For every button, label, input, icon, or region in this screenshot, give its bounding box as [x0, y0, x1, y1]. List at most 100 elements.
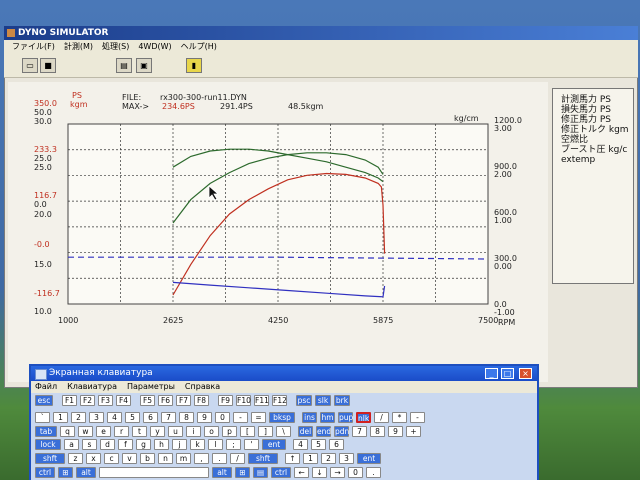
key-r2c4[interactable]: r	[114, 426, 129, 437]
key-r1c15[interactable]: hm	[320, 412, 335, 423]
key-r3c1[interactable]: a	[64, 439, 79, 450]
key-r1c10[interactable]: 0	[215, 412, 230, 423]
menu-file[interactable]: ファイル(F)	[12, 40, 55, 54]
monitor-icon[interactable]: ▣	[136, 58, 152, 73]
menu-measure[interactable]: 計測(M)	[64, 40, 93, 54]
print-icon[interactable]: ▤	[116, 58, 132, 73]
key-r5c10[interactable]: →	[330, 467, 345, 478]
key-r4c7[interactable]: m	[176, 453, 191, 464]
key-r1c8[interactable]: 8	[179, 412, 194, 423]
key-r2c20[interactable]: +	[406, 426, 421, 437]
key-r5c2[interactable]: alt	[76, 467, 96, 478]
key-r1c3[interactable]: 3	[89, 412, 104, 423]
key-r1c12[interactable]: =	[251, 412, 266, 423]
key-r5c9[interactable]: ↓	[312, 467, 327, 478]
key-r5c11[interactable]: 0	[348, 467, 363, 478]
key-r2c11[interactable]: [	[240, 426, 255, 437]
key-r2c0[interactable]: tab	[35, 426, 57, 437]
key-r2c9[interactable]: o	[204, 426, 219, 437]
key-r5c12[interactable]: .	[366, 467, 381, 478]
key-r2c7[interactable]: u	[168, 426, 183, 437]
key-r5c6[interactable]: ▤	[253, 467, 268, 478]
key-r0c14[interactable]: slk	[315, 395, 331, 406]
key-r1c0[interactable]: `	[35, 412, 50, 423]
key-r4c12[interactable]: ↑	[285, 453, 300, 464]
key-r2c1[interactable]: q	[60, 426, 75, 437]
key-r4c5[interactable]: b	[140, 453, 155, 464]
key-r3c6[interactable]: h	[154, 439, 169, 450]
key-r1c5[interactable]: 5	[125, 412, 140, 423]
key-r2c19[interactable]: 9	[388, 426, 403, 437]
key-r3c11[interactable]: '	[244, 439, 259, 450]
key-r4c16[interactable]: ent	[357, 453, 381, 464]
key-r0c10[interactable]: F10	[236, 395, 251, 406]
key-r1c20[interactable]: -	[410, 412, 425, 423]
key-r0c3[interactable]: F3	[98, 395, 113, 406]
key-r1c19[interactable]: *	[392, 412, 407, 423]
menu-4wd[interactable]: 4WD(W)	[138, 40, 171, 54]
key-r0c6[interactable]: F6	[158, 395, 173, 406]
key-r5c5[interactable]: ⊞	[235, 467, 250, 478]
key-r4c14[interactable]: 2	[321, 453, 336, 464]
key-r3c15[interactable]: 6	[329, 439, 344, 450]
key-r2c16[interactable]: pdn	[334, 426, 349, 437]
exit-icon[interactable]: ▮	[186, 58, 202, 73]
key-r1c2[interactable]: 2	[71, 412, 86, 423]
key-r1c9[interactable]: 9	[197, 412, 212, 423]
key-r2c17[interactable]: 7	[352, 426, 367, 437]
key-r5c0[interactable]: ctrl	[35, 467, 55, 478]
key-r0c1[interactable]: F1	[62, 395, 77, 406]
key-r1c6[interactable]: 6	[143, 412, 158, 423]
key-r1c4[interactable]: 4	[107, 412, 122, 423]
osk-menu-keyboard[interactable]: Клавиатура	[67, 381, 117, 393]
key-r2c12[interactable]: ]	[258, 426, 273, 437]
minimize-button[interactable]: _	[485, 368, 498, 379]
close-button[interactable]: ×	[519, 368, 532, 379]
key-r2c15[interactable]: end	[316, 426, 331, 437]
osk-menu-file[interactable]: Файл	[35, 381, 57, 393]
key-r0c13[interactable]: psc	[296, 395, 312, 406]
key-r1c7[interactable]: 7	[161, 412, 176, 423]
key-r0c11[interactable]: F11	[254, 395, 269, 406]
osk-menu-help[interactable]: Справка	[185, 381, 220, 393]
maximize-button[interactable]: □	[501, 368, 514, 379]
key-r2c8[interactable]: i	[186, 426, 201, 437]
key-r1c13[interactable]: bksp	[269, 412, 295, 423]
key-r1c16[interactable]: pup	[338, 412, 353, 423]
key-r4c13[interactable]: 1	[303, 453, 318, 464]
key-r2c3[interactable]: e	[96, 426, 111, 437]
menu-process[interactable]: 処理(S)	[102, 40, 129, 54]
key-r4c6[interactable]: n	[158, 453, 173, 464]
key-r3c5[interactable]: g	[136, 439, 151, 450]
key-r3c9[interactable]: l	[208, 439, 223, 450]
key-r0c4[interactable]: F4	[116, 395, 131, 406]
key-r2c13[interactable]: \	[276, 426, 291, 437]
key-r3c12[interactable]: ent	[262, 439, 286, 450]
key-r0c8[interactable]: F8	[194, 395, 209, 406]
key-r1c11[interactable]: -	[233, 412, 248, 423]
key-r0c12[interactable]: F12	[272, 395, 287, 406]
dyno-titlebar[interactable]: DYNO SIMULATOR	[4, 26, 638, 40]
key-r0c2[interactable]: F2	[80, 395, 95, 406]
key-r3c4[interactable]: f	[118, 439, 133, 450]
key-r1c14[interactable]: ins	[302, 412, 317, 423]
key-r4c4[interactable]: v	[122, 453, 137, 464]
key-r2c2[interactable]: w	[78, 426, 93, 437]
key-r1c17[interactable]: nlk	[356, 412, 371, 423]
key-r5c8[interactable]: ←	[294, 467, 309, 478]
key-r3c3[interactable]: d	[100, 439, 115, 450]
key-r3c14[interactable]: 5	[311, 439, 326, 450]
key-r3c10[interactable]: ;	[226, 439, 241, 450]
key-r4c8[interactable]: ,	[194, 453, 209, 464]
key-r4c1[interactable]: z	[68, 453, 83, 464]
menu-help[interactable]: ヘルプ(H)	[181, 40, 217, 54]
key-r0c5[interactable]: F5	[140, 395, 155, 406]
key-r2c18[interactable]: 8	[370, 426, 385, 437]
key-r0c0[interactable]: esc	[35, 395, 53, 406]
open-folder-icon[interactable]: ▭	[22, 58, 38, 73]
key-r4c9[interactable]: .	[212, 453, 227, 464]
key-r4c0[interactable]: shft	[35, 453, 65, 464]
key-r4c2[interactable]: x	[86, 453, 101, 464]
key-r4c11[interactable]: shft	[248, 453, 278, 464]
key-r5c7[interactable]: ctrl	[271, 467, 291, 478]
